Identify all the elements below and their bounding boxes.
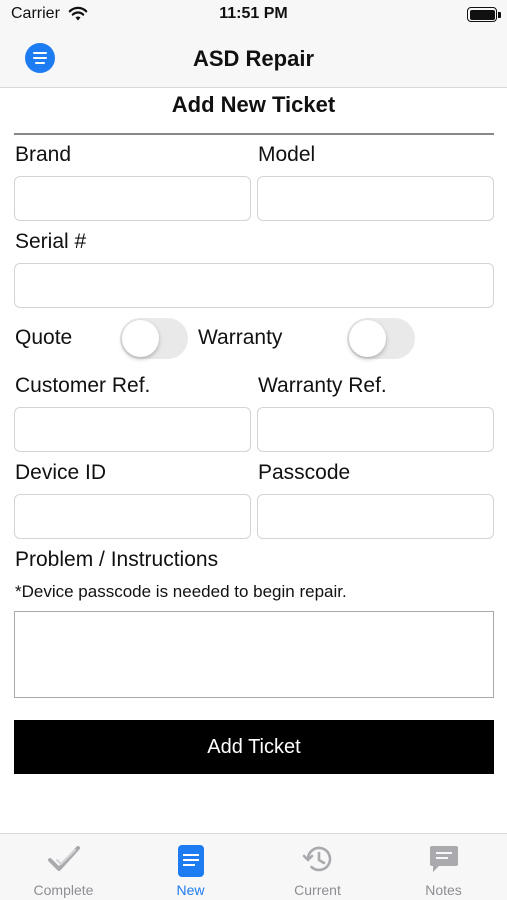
checkmark-icon — [47, 844, 81, 879]
model-input[interactable] — [257, 176, 494, 221]
device-id-label: Device ID — [15, 461, 107, 484]
document-icon — [177, 844, 205, 883]
heading-divider — [14, 133, 494, 135]
tab-new-label: New — [176, 882, 205, 898]
warranty-ref-label: Warranty Ref. — [258, 374, 387, 397]
tab-notes[interactable]: Notes — [380, 834, 507, 900]
serial-label: Serial # — [15, 230, 87, 253]
tab-new[interactable]: New — [127, 834, 254, 900]
navigation-bar: ASD Repair — [0, 30, 507, 88]
tab-complete-label: Complete — [33, 882, 94, 898]
tab-notes-label: Notes — [425, 882, 462, 898]
problem-textarea[interactable] — [14, 611, 494, 698]
tab-current[interactable]: Current — [254, 834, 381, 900]
passcode-note: *Device passcode is needed to begin repa… — [15, 582, 347, 601]
history-clock-icon — [302, 844, 334, 879]
customer-ref-input[interactable] — [14, 407, 251, 452]
quote-label: Quote — [15, 326, 73, 349]
brand-input[interactable] — [14, 176, 251, 221]
device-id-input[interactable] — [14, 494, 251, 539]
chat-bubble-icon — [429, 844, 459, 879]
warranty-toggle[interactable] — [347, 318, 415, 359]
battery-cap — [498, 12, 501, 18]
model-label: Model — [258, 143, 316, 166]
clock-time: 11:51 PM — [219, 5, 288, 22]
brand-label: Brand — [15, 143, 72, 166]
warranty-ref-input[interactable] — [257, 407, 494, 452]
tab-current-label: Current — [294, 882, 341, 898]
add-ticket-button[interactable]: Add Ticket — [14, 720, 494, 774]
passcode-label: Passcode — [258, 461, 351, 484]
tab-bar: Complete New Current Notes — [0, 833, 507, 900]
passcode-input[interactable] — [257, 494, 494, 539]
serial-input[interactable] — [14, 263, 494, 308]
quote-toggle[interactable] — [120, 318, 188, 359]
battery-icon — [467, 7, 497, 22]
tab-complete[interactable]: Complete — [0, 834, 127, 900]
page-title: Add New Ticket — [171, 92, 336, 117]
status-bar: Carrier 11:51 PM — [0, 0, 507, 30]
customer-ref-label: Customer Ref. — [15, 374, 151, 397]
problem-label: Problem / Instructions — [15, 548, 219, 571]
nav-title: ASD Repair — [192, 46, 315, 71]
warranty-label: Warranty — [198, 326, 283, 349]
